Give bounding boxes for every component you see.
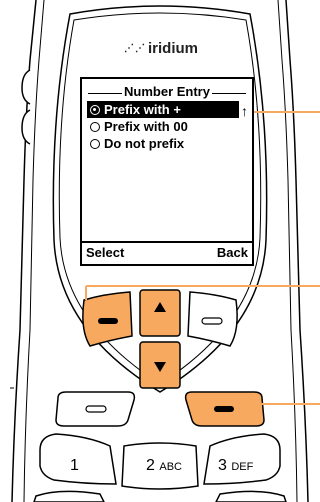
option-prefix-00[interactable]: Prefix with 00 bbox=[87, 118, 239, 135]
left-softkey-button[interactable] bbox=[82, 291, 133, 347]
iridium-dots-icon: ⋰⋰ bbox=[124, 43, 146, 54]
scroll-down-button[interactable] bbox=[139, 341, 181, 389]
option-no-prefix[interactable]: Do not prefix bbox=[87, 135, 239, 152]
key-3-label: 3 DEF bbox=[218, 457, 254, 474]
right-softkey-label: Back bbox=[216, 245, 248, 260]
end-button[interactable] bbox=[184, 391, 265, 427]
brand-name: iridium bbox=[148, 40, 199, 57]
radio-selected-icon bbox=[90, 105, 100, 115]
radio-icon bbox=[90, 122, 100, 132]
side-button-lower bbox=[21, 109, 31, 145]
screen-title: Number Entry bbox=[82, 83, 252, 101]
left-softkey-label: Select bbox=[86, 245, 125, 260]
side-button-upper bbox=[21, 69, 31, 105]
option-label: Prefix with 00 bbox=[104, 119, 188, 134]
option-label: Prefix with + bbox=[104, 102, 181, 117]
softkey-bar: Select Back bbox=[82, 241, 252, 264]
radio-icon bbox=[90, 139, 100, 149]
phone-screen: Number Entry Prefix with + Prefix with 0… bbox=[80, 77, 254, 266]
option-label: Do not prefix bbox=[104, 136, 185, 151]
right-softkey-button[interactable] bbox=[187, 291, 238, 347]
scroll-up-indicator-icon: ↑ bbox=[241, 103, 248, 119]
option-prefix-plus[interactable]: Prefix with + bbox=[87, 101, 239, 118]
scroll-up-button[interactable] bbox=[139, 289, 181, 337]
key-2-label: 2 ABC bbox=[146, 457, 182, 474]
key-1-label: 1 bbox=[70, 457, 79, 474]
brand-logo: ⋰⋰ iridium bbox=[124, 40, 198, 57]
send-button[interactable] bbox=[55, 391, 136, 427]
screen-title-text: Number Entry bbox=[122, 84, 212, 99]
